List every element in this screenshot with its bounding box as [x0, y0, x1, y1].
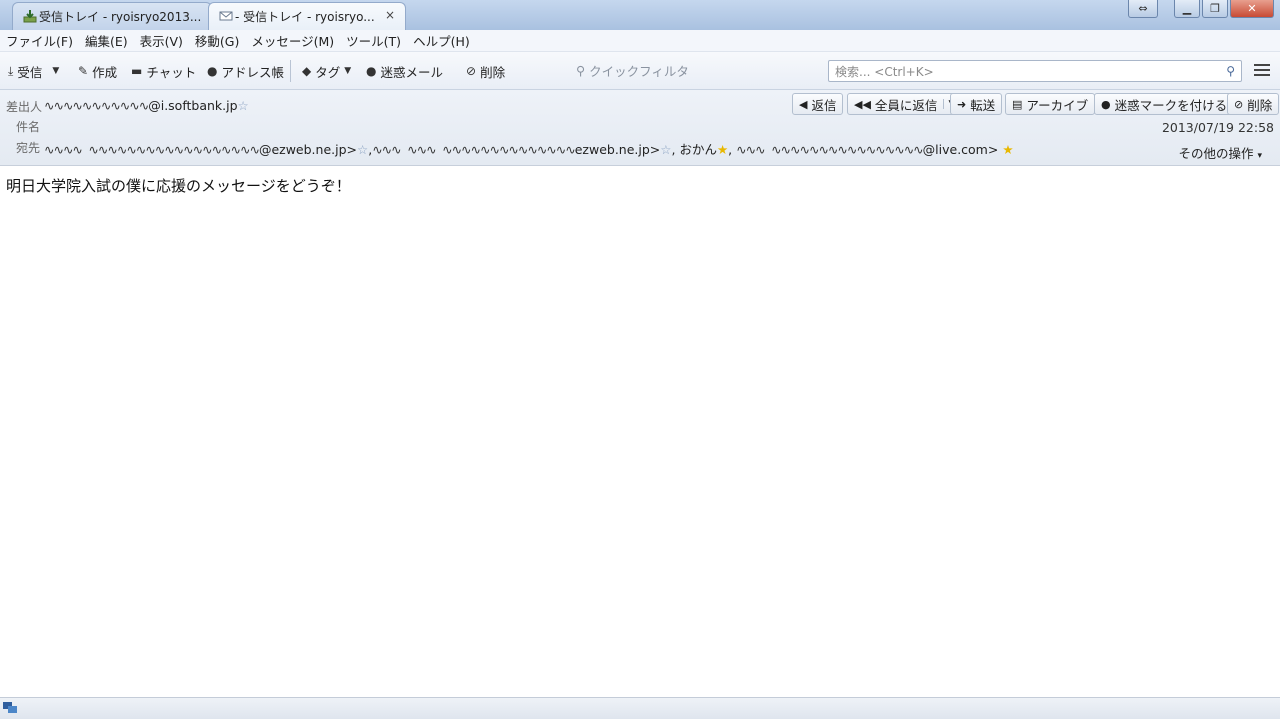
chevron-down-icon[interactable]: ▼: [52, 66, 59, 76]
search-placeholder: 検索... <Ctrl+K>: [835, 64, 934, 79]
write-label: 作成: [92, 64, 118, 80]
header-delete-label: 削除: [1247, 97, 1273, 113]
menu-file[interactable]: ファイル(F): [6, 31, 73, 50]
tab-title: 受信トレイ - ryoisryo2013...: [39, 10, 202, 24]
to-value[interactable]: ∿∿∿∿ ∿∿∿∿∿∿∿∿∿∿∿∿∿∿∿∿∿∿@ezweb.ne.jp>☆,∿∿…: [44, 139, 1014, 158]
message-date: 2013/07/19 22:58: [1161, 120, 1274, 135]
chat-button[interactable]: ▬ チャット: [131, 61, 196, 81]
star-filled-icon[interactable]: ★: [717, 142, 728, 157]
write-button[interactable]: ✎ 作成: [78, 61, 117, 81]
redacted-text: ∿∿∿ ∿∿∿ ∿∿∿∿∿∿∿∿∿∿∿∿∿∿: [372, 142, 576, 157]
redacted-text: ∿∿∿∿∿∿∿∿∿∿∿: [44, 98, 149, 113]
reply-all-icon: ◀◀: [854, 97, 871, 111]
archive-label: アーカイブ: [1026, 97, 1089, 113]
quick-filter-button[interactable]: ⚲ クイックフィルタ: [576, 61, 689, 80]
message-body: 明日大学院入試の僕に応援のメッセージをどうぞ！: [0, 166, 1280, 697]
delete-label: 削除: [480, 64, 506, 80]
to-address: @ezweb.ne.jp>: [258, 142, 357, 157]
inbox-download-icon: [23, 10, 37, 23]
address-book-button[interactable]: ● アドレス帳: [207, 61, 284, 81]
from-value[interactable]: ∿∿∿∿∿∿∿∿∿∿∿@i.softbank.jp☆: [44, 98, 249, 113]
reply-icon: ◀: [799, 97, 808, 111]
star-icon[interactable]: ☆: [357, 142, 368, 157]
header-delete-button[interactable]: ⊘ 削除: [1227, 93, 1280, 115]
delete-button[interactable]: ⊘ 削除: [466, 61, 505, 81]
message-text: 明日大学院入試の僕に応援のメッセージをどうぞ！: [6, 177, 351, 195]
reply-all-label: 全員に返信: [874, 97, 938, 113]
to-address: ezweb.ne.jp>: [574, 142, 661, 157]
archive-icon: ▤: [1012, 97, 1023, 111]
forward-label: 転送: [970, 97, 996, 113]
reply-all-button[interactable]: ◀◀ 全員に返信 ▼: [847, 93, 959, 115]
menu-help[interactable]: ヘルプ(H): [413, 31, 470, 50]
get-mail-button[interactable]: ⤓ 受信 ▼: [8, 61, 59, 81]
subject-label: 件名: [16, 120, 41, 134]
menu-message[interactable]: メッセージ(M): [251, 31, 334, 50]
delete-icon: ⊘: [466, 64, 477, 78]
get-mail-label: 受信: [17, 64, 43, 80]
reply-button[interactable]: ◀ 返信: [792, 93, 844, 115]
restore-tab-icon[interactable]: ⇔: [1128, 0, 1158, 18]
menu-go[interactable]: 移動(G): [195, 31, 239, 50]
pencil-icon: ✎: [78, 64, 89, 78]
to-address: @live.com>: [922, 142, 999, 157]
window-controls: ⇔ ▁ ❐ ✕: [1128, 0, 1274, 18]
flame-icon: ●: [366, 64, 377, 78]
from-label: 差出人: [6, 100, 43, 114]
junk-button[interactable]: ● 迷惑メール: [366, 61, 443, 81]
chevron-down-icon: ▼: [344, 66, 352, 76]
tab-inbox[interactable]: 受信トレイ - ryoisryo2013...: [12, 2, 212, 30]
search-icon[interactable]: ⚲: [1226, 64, 1235, 78]
magnifier-icon: ⚲: [576, 63, 586, 78]
close-window-button[interactable]: ✕: [1230, 0, 1274, 18]
other-actions-button[interactable]: その他の操作 ▾: [1178, 143, 1262, 162]
tab-message[interactable]: - 受信トレイ - ryoisryo... ×: [208, 2, 406, 30]
app-menu-icon[interactable]: [1254, 62, 1270, 78]
address-book-label: アドレス帳: [221, 64, 284, 80]
tab-title: - 受信トレイ - ryoisryo...: [235, 10, 375, 24]
chat-label: チャット: [146, 64, 197, 80]
chat-icon: ▬: [131, 64, 143, 78]
menu-tools[interactable]: ツール(T): [346, 31, 401, 50]
star-filled-icon[interactable]: ★: [1002, 142, 1013, 157]
download-icon: ⤓: [8, 63, 14, 78]
close-icon[interactable]: ×: [385, 8, 395, 22]
junk-label: 迷惑メール: [380, 64, 443, 80]
reply-label: 返信: [811, 97, 837, 113]
title-bar: 受信トレイ - ryoisryo2013... - 受信トレイ - ryoisr…: [0, 0, 1280, 30]
menu-edit[interactable]: 編集(E): [85, 31, 128, 50]
tag-label: タグ: [315, 64, 341, 80]
maximize-button[interactable]: ❐: [1202, 0, 1228, 18]
star-icon[interactable]: ☆: [238, 98, 249, 113]
delete-icon: ⊘: [1234, 97, 1244, 111]
from-address: @i.softbank.jp: [148, 98, 238, 113]
tag-icon: ◆: [302, 64, 312, 78]
forward-icon: ➜: [957, 97, 967, 111]
to-label: 宛先: [16, 141, 41, 155]
to-address: , おかん: [671, 142, 717, 157]
redacted-text: ∿∿∿∿ ∿∿∿∿∿∿∿∿∿∿∿∿∿∿∿∿∿∿: [44, 142, 260, 157]
flame-icon: ●: [1101, 97, 1111, 111]
redacted-text: ∿∿∿ ∿∿∿∿∿∿∿∿∿∿∿∿∿∿∿∿: [736, 142, 924, 157]
tag-button[interactable]: ◆ タグ ▼: [302, 61, 351, 81]
online-status-icon[interactable]: [3, 702, 17, 714]
mark-junk-label: 迷惑マークを付ける: [1114, 97, 1228, 113]
quick-filter-label: クイックフィルタ: [589, 64, 689, 79]
chevron-down-icon: ▾: [1257, 151, 1262, 161]
menu-view[interactable]: 表示(V): [140, 31, 183, 50]
archive-button[interactable]: ▤ アーカイブ: [1005, 93, 1096, 115]
mark-junk-button[interactable]: ● 迷惑マークを付ける: [1094, 93, 1235, 115]
person-icon: ●: [207, 64, 218, 78]
minimize-button[interactable]: ▁: [1174, 0, 1200, 18]
star-icon[interactable]: ☆: [660, 142, 671, 157]
search-input[interactable]: 検索... <Ctrl+K> ⚲: [828, 60, 1242, 82]
forward-button[interactable]: ➜ 転送: [950, 93, 1003, 115]
menu-bar: ファイル(F) 編集(E) 表示(V) 移動(G) メッセージ(M) ツール(T…: [0, 30, 1280, 52]
toolbar-separator: [290, 60, 291, 82]
other-actions-label: その他の操作: [1178, 146, 1254, 161]
status-bar: [0, 697, 1280, 719]
envelope-icon: [219, 11, 233, 21]
